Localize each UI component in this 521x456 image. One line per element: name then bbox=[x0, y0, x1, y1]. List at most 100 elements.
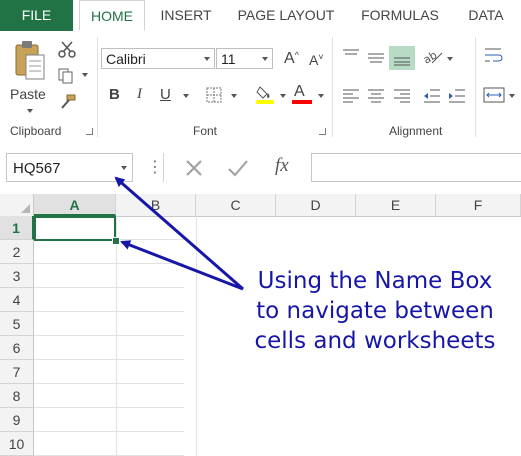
row-header-2[interactable]: 2 bbox=[0, 240, 34, 264]
gridline-horizontal bbox=[34, 407, 184, 408]
borders-icon[interactable] bbox=[205, 86, 223, 104]
italic-button[interactable]: I bbox=[137, 86, 142, 103]
ribbon: Paste Clipboard Calibri 11 A^ A˅ B I U A… bbox=[0, 31, 521, 144]
chevron-down-icon[interactable] bbox=[318, 94, 324, 98]
tab-insert[interactable]: INSERT bbox=[154, 0, 218, 31]
chevron-down-icon[interactable] bbox=[280, 94, 286, 98]
font-color-button[interactable]: A bbox=[292, 83, 312, 105]
chevron-down-icon bbox=[262, 57, 268, 61]
gridline-horizontal bbox=[34, 311, 184, 312]
chevron-down-icon bbox=[204, 57, 210, 61]
row-header-9[interactable]: 9 bbox=[0, 408, 34, 432]
tab-file[interactable]: FILE bbox=[0, 0, 73, 31]
font-color-swatch bbox=[292, 100, 312, 104]
annotation-line: to navigate between bbox=[256, 298, 494, 324]
merge-center-icon[interactable] bbox=[483, 86, 505, 104]
formula-bar: HQ567 ⋮ fx bbox=[0, 143, 521, 194]
annotation-text: Using the Name Box to navigate between c… bbox=[236, 266, 514, 356]
paste-icon bbox=[15, 41, 45, 80]
row-header-5[interactable]: 5 bbox=[0, 312, 34, 336]
shrink-font-button[interactable]: A˅ bbox=[309, 52, 324, 68]
font-color-icon: A bbox=[294, 83, 305, 100]
more-options-icon[interactable]: ⋮ bbox=[147, 157, 163, 177]
gridline-horizontal bbox=[34, 383, 184, 384]
increase-indent-icon[interactable] bbox=[448, 88, 466, 104]
chevron-down-icon[interactable] bbox=[82, 73, 88, 77]
font-name-value: Calibri bbox=[106, 51, 146, 67]
tab-formulas[interactable]: FORMULAS bbox=[352, 0, 448, 31]
align-bottom-button[interactable] bbox=[389, 46, 415, 70]
column-header-B[interactable]: B bbox=[116, 194, 196, 216]
row-header-8[interactable]: 8 bbox=[0, 384, 34, 408]
tab-page-layout[interactable]: PAGE LAYOUT bbox=[228, 0, 344, 31]
annotation-line: Using the Name Box bbox=[257, 268, 493, 294]
underline-button[interactable]: U bbox=[160, 86, 171, 103]
paste-button[interactable]: Paste bbox=[10, 37, 50, 117]
chevron-down-icon[interactable] bbox=[509, 94, 515, 98]
cancel-icon[interactable] bbox=[184, 158, 204, 178]
alignment-group-label: Alignment bbox=[389, 124, 443, 138]
column-header-C[interactable]: C bbox=[196, 194, 276, 216]
gridline-vertical bbox=[196, 216, 197, 456]
row-header-10[interactable]: 10 bbox=[0, 432, 34, 456]
gridline-horizontal bbox=[34, 335, 184, 336]
font-size-value: 11 bbox=[221, 51, 236, 67]
align-top-icon[interactable] bbox=[342, 47, 360, 63]
formula-input[interactable] bbox=[311, 153, 521, 182]
bold-button[interactable]: B bbox=[109, 86, 120, 103]
group-divider bbox=[332, 37, 333, 137]
chevron-down-icon[interactable] bbox=[231, 94, 237, 98]
gridline-horizontal bbox=[34, 287, 184, 288]
select-all-button[interactable] bbox=[0, 194, 34, 216]
orientation-icon[interactable]: ab bbox=[422, 47, 444, 67]
tab-home[interactable]: HOME bbox=[79, 0, 145, 31]
select-all-icon bbox=[21, 204, 30, 213]
wrap-text-icon[interactable] bbox=[484, 46, 504, 64]
name-box[interactable]: HQ567 bbox=[6, 153, 133, 182]
copy-icon[interactable] bbox=[57, 67, 75, 85]
gridline-horizontal bbox=[34, 359, 184, 360]
align-middle-icon[interactable] bbox=[367, 49, 385, 65]
chevron-down-icon[interactable] bbox=[447, 57, 453, 61]
font-size-select[interactable]: 11 bbox=[216, 48, 273, 69]
row-header-4[interactable]: 4 bbox=[0, 288, 34, 312]
svg-text:ab: ab bbox=[422, 48, 439, 66]
align-center-icon[interactable] bbox=[367, 88, 385, 104]
font-dialog-launcher[interactable] bbox=[319, 128, 326, 135]
row-header-6[interactable]: 6 bbox=[0, 336, 34, 360]
align-left-icon[interactable] bbox=[342, 88, 360, 104]
clipboard-dialog-launcher[interactable] bbox=[86, 128, 93, 135]
gridline-horizontal bbox=[34, 431, 184, 432]
clipboard-group-label: Clipboard bbox=[10, 124, 62, 138]
row-header-3[interactable]: 3 bbox=[0, 264, 34, 288]
chevron-down-icon bbox=[27, 109, 33, 113]
chevron-down-icon[interactable] bbox=[121, 166, 127, 170]
group-divider bbox=[97, 37, 98, 137]
chevron-down-icon[interactable] bbox=[183, 94, 189, 98]
decrease-indent-icon[interactable] bbox=[423, 88, 441, 104]
column-header-A[interactable]: A bbox=[34, 194, 116, 216]
fill-handle[interactable] bbox=[112, 237, 120, 245]
column-header-F[interactable]: F bbox=[436, 194, 521, 216]
align-right-icon[interactable] bbox=[393, 88, 411, 104]
gridline-vertical bbox=[116, 216, 117, 456]
ribbon-tab-bar: FILE HOME INSERT PAGE LAYOUT FORMULAS DA… bbox=[0, 0, 521, 32]
format-painter-icon[interactable] bbox=[57, 93, 77, 111]
column-headers: ABCDEF bbox=[0, 194, 521, 217]
active-cell-A1[interactable] bbox=[34, 216, 116, 241]
column-header-E[interactable]: E bbox=[356, 194, 436, 216]
row-header-1[interactable]: 1 bbox=[0, 216, 34, 240]
cut-icon[interactable] bbox=[58, 40, 76, 58]
font-name-select[interactable]: Calibri bbox=[101, 48, 215, 69]
enter-check-icon[interactable] bbox=[227, 158, 249, 178]
tab-data[interactable]: DATA bbox=[459, 0, 513, 31]
divider bbox=[163, 153, 164, 182]
row-header-7[interactable]: 7 bbox=[0, 360, 34, 384]
annotation-line: cells and worksheets bbox=[254, 328, 496, 354]
align-bottom-icon bbox=[394, 57, 410, 66]
name-box-value: HQ567 bbox=[13, 160, 61, 177]
fill-color-icon[interactable] bbox=[254, 83, 276, 105]
column-header-D[interactable]: D bbox=[276, 194, 356, 216]
insert-function-icon[interactable]: fx bbox=[275, 155, 289, 177]
grow-font-button[interactable]: A^ bbox=[284, 50, 299, 68]
